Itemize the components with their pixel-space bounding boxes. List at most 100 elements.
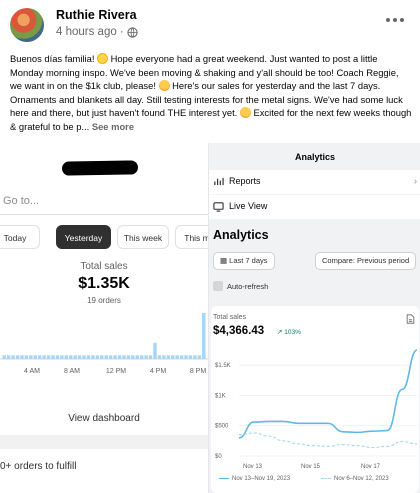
bar: [64, 355, 69, 359]
auto-refresh-toggle[interactable]: [213, 281, 223, 291]
analytics-heading: Analytics: [213, 228, 269, 242]
bar: [29, 355, 33, 359]
bar: [60, 355, 64, 359]
bar: [117, 355, 122, 359]
x-tick-label: 4 PM: [150, 368, 167, 375]
hourly-sales-bar-chart: 4 AM 8 AM 12 PM 4 PM 8 PM: [0, 313, 208, 375]
bar: [175, 355, 179, 359]
y-tick-label: $500: [215, 424, 229, 430]
total-sales-card: Total sales $4,366.43 ↗ 103% $0 $500 $1K $1…: [211, 306, 419, 493]
smile-emoji-icon: [158, 80, 170, 92]
bar: [104, 355, 108, 359]
x-tick-label: 4 AM: [24, 368, 40, 375]
legend-swatch: [219, 477, 229, 479]
series-line: [238, 349, 418, 439]
bar: [135, 355, 139, 359]
bar: [82, 355, 86, 359]
bar: [171, 355, 175, 359]
tab-this-month[interactable]: This m: [175, 225, 208, 249]
bar: [69, 355, 73, 359]
smile-emoji-icon: [239, 107, 251, 119]
bar: [153, 342, 157, 359]
metric-label: Total sales: [80, 261, 128, 272]
bar: [11, 355, 15, 359]
metric-orders: 19 orders: [87, 296, 121, 305]
post-meta: 4 hours ago ·: [56, 26, 138, 38]
bar: [113, 355, 117, 359]
reports-row[interactable]: Reports ›: [209, 170, 420, 194]
live-view-icon: [213, 202, 224, 212]
date-range-button[interactable]: ▦ Last 7 days: [213, 252, 275, 270]
date-tabs: Today Yesterday This week This m: [0, 225, 208, 251]
bar: [179, 355, 184, 359]
bar: [46, 355, 51, 359]
post-text: Buenos días familia! Hope everyone had a…: [10, 52, 412, 134]
bar: [77, 355, 82, 359]
bar: [108, 355, 113, 359]
live-view-label: Live View: [229, 201, 268, 211]
more-options-icon[interactable]: [384, 12, 406, 28]
bar: [193, 355, 197, 359]
bar: [24, 355, 29, 359]
auto-refresh[interactable]: Auto-refresh: [213, 281, 268, 291]
card-label: Total sales: [213, 314, 247, 321]
analytics-header-title: Analytics: [294, 152, 336, 162]
divider: [0, 435, 208, 449]
post-text-part: Buenos días familia!: [10, 53, 98, 64]
bar: [95, 355, 100, 359]
bar: [144, 355, 148, 359]
live-view-row[interactable]: Live View: [209, 195, 420, 219]
post-time[interactable]: 4 hours ago: [56, 26, 117, 38]
bar: [37, 355, 42, 359]
x-tick-label: 8 PM: [190, 368, 207, 375]
chevron-right-icon: ›: [414, 176, 417, 186]
x-tick-label: Nov 13: [243, 464, 263, 470]
tab-this-week[interactable]: This week: [117, 225, 169, 249]
x-tick-label: 12 PM: [106, 368, 126, 375]
chart-legend: Nov 13–Nov 19, 2023 Nov 6–Nov 12, 2023: [211, 476, 419, 488]
orders-to-fulfill[interactable]: 0+ orders to fulfill: [0, 461, 76, 472]
view-dashboard-link[interactable]: View dashboard: [0, 413, 208, 424]
bar: [91, 355, 95, 359]
bar: [55, 355, 60, 359]
bar: [33, 355, 37, 359]
globe-icon: [126, 26, 138, 38]
bar: [188, 355, 193, 359]
x-tick-label: Nov 15: [301, 464, 321, 470]
author-name[interactable]: Ruthie Rivera: [56, 8, 137, 22]
bar: [148, 355, 153, 359]
right-screenshot[interactable]: Analytics Reports › Live View Analytics …: [208, 143, 420, 493]
bar: [100, 355, 104, 359]
tab-yesterday[interactable]: Yesterday: [56, 225, 111, 249]
sales-line-chart: $0 $500 $1K $1.5K Nov 13 Nov 15 Nov 17: [215, 349, 418, 470]
reports-icon: [214, 177, 224, 186]
legend-label: Nov 6–Nov 12, 2023: [334, 476, 389, 482]
legend-swatch: [321, 477, 331, 479]
y-tick-label: $0: [215, 454, 222, 460]
bar: [122, 355, 126, 359]
bar: [42, 355, 46, 359]
legend-label: Nov 13–Nov 19, 2023: [232, 476, 291, 482]
bar: [184, 355, 188, 359]
post-photo-collage[interactable]: Go to... Today Yesterday This week This …: [0, 143, 420, 493]
tab-today[interactable]: Today: [0, 225, 40, 249]
reports-label: Reports: [229, 176, 261, 186]
bar: [131, 355, 135, 359]
see-more-link[interactable]: See more: [92, 121, 134, 132]
bar: [2, 355, 6, 359]
bar: [126, 355, 131, 359]
divider: [0, 214, 208, 215]
avatar[interactable]: [10, 8, 44, 42]
metric-value: $1.35K: [78, 275, 130, 292]
x-tick-label: Nov 17: [361, 464, 381, 470]
search-input[interactable]: Go to...: [3, 195, 39, 207]
bar: [139, 355, 144, 359]
bar: [15, 355, 20, 359]
sun-emoji-icon: [97, 53, 109, 64]
download-icon[interactable]: [406, 314, 415, 324]
y-tick-label: $1K: [215, 393, 226, 399]
left-screenshot[interactable]: Go to... Today Yesterday This week This …: [0, 143, 208, 493]
compare-button[interactable]: Compare: Previous period: [315, 252, 417, 270]
bar: [51, 355, 55, 359]
bar: [20, 355, 24, 359]
